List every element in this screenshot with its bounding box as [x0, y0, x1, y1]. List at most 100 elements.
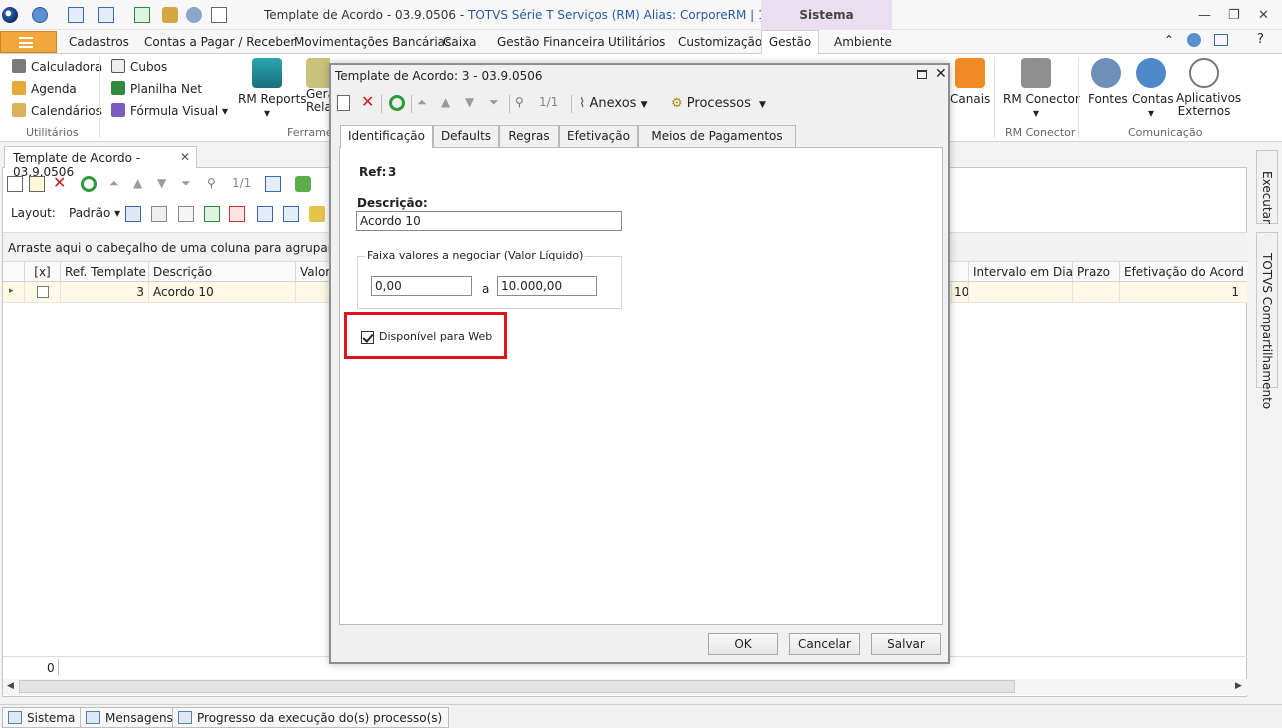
new-icon[interactable]: [337, 95, 350, 111]
layout-highlight-icon[interactable]: [309, 206, 325, 222]
layout-filter-icon[interactable]: [257, 206, 273, 222]
side-tab-compartilhamento[interactable]: TOTVS Compartilhamento: [1256, 232, 1278, 409]
tab-meios-pagamentos[interactable]: Meios de Pagamentos: [638, 125, 796, 147]
prev-record-icon[interactable]: ▲: [133, 176, 149, 192]
status-progresso-button[interactable]: Progresso da execução do(s) processo(s): [172, 707, 450, 728]
agenda-button[interactable]: Agenda: [12, 81, 77, 99]
dialog-close-icon[interactable]: ✕: [935, 66, 947, 82]
disponivel-web-checkbox[interactable]: [361, 331, 374, 344]
rm-reports-button[interactable]: RM Reports ▾: [238, 58, 307, 120]
search-icon[interactable]: ⚲: [207, 176, 223, 192]
tab-efetivacao[interactable]: Efetivação: [559, 125, 638, 147]
formula-visual-button[interactable]: Fórmula Visual ▾: [111, 103, 228, 121]
next-record-icon[interactable]: ▼: [157, 176, 173, 192]
anexos-menu[interactable]: ⌇ Anexos ▼: [579, 96, 647, 111]
tab-caixa[interactable]: Caixa: [443, 35, 477, 49]
column-header-prazo[interactable]: Prazo: [1072, 262, 1119, 282]
planilha-net-button[interactable]: Planilha Net: [111, 81, 202, 99]
calculadora-button[interactable]: Calculadora: [12, 59, 102, 77]
layout-icon[interactable]: [98, 7, 114, 23]
delete-icon[interactable]: ✕: [53, 175, 69, 192]
tools-icon[interactable]: [162, 7, 178, 23]
aplicativos-externos-button[interactable]: Aplicativos Externos: [1176, 58, 1241, 118]
status-mensagens-button[interactable]: Mensagens: [80, 707, 180, 728]
layout-columns-icon[interactable]: [178, 206, 194, 222]
disponivel-web-label[interactable]: Disponível para Web: [379, 330, 492, 343]
ok-button[interactable]: OK: [708, 633, 778, 655]
delete-icon[interactable]: ✕: [361, 94, 377, 111]
contas-button[interactable]: Contas ▾: [1132, 58, 1174, 120]
document-tab[interactable]: Template de Acordo - 03.9.0506 ✕: [4, 146, 197, 179]
cancel-button[interactable]: Cancelar: [789, 633, 860, 655]
minimize-button[interactable]: —: [1198, 8, 1211, 23]
side-tab-executar[interactable]: Executar: [1256, 150, 1278, 224]
horizontal-scrollbar[interactable]: ◀ ▶: [3, 679, 1247, 695]
help-globe-icon[interactable]: [1187, 33, 1201, 47]
refresh-icon[interactable]: [81, 176, 97, 192]
first-record-icon[interactable]: ⏶: [417, 95, 433, 111]
gera-relatorio-button[interactable]: Gera Rela: [306, 58, 330, 114]
status-sistema-button[interactable]: Sistema: [2, 707, 83, 728]
fontes-button[interactable]: Fontes: [1088, 58, 1128, 106]
column-header-efetivacao[interactable]: Efetivação do Acordo: [1119, 262, 1243, 282]
refresh-icon[interactable]: [389, 95, 405, 111]
scroll-left-icon[interactable]: ◀: [7, 681, 14, 691]
cell-intervalo[interactable]: [968, 282, 1072, 303]
layout-save-icon[interactable]: [125, 206, 141, 222]
column-header-ref-template[interactable]: Ref. Template: [60, 262, 148, 282]
tab-defaults[interactable]: Defaults: [433, 125, 499, 147]
layout-delete-icon[interactable]: [229, 206, 245, 222]
cubos-button[interactable]: Cubos: [111, 59, 167, 77]
run-icon[interactable]: [134, 7, 150, 23]
copy-icon[interactable]: [211, 7, 227, 23]
last-record-icon[interactable]: ⏷: [489, 95, 505, 111]
close-tab-icon[interactable]: ✕: [180, 150, 190, 164]
globe-menu-icon[interactable]: [32, 7, 48, 23]
last-record-icon[interactable]: ⏷: [181, 176, 197, 192]
tab-utilitarios[interactable]: Utilitários: [608, 35, 665, 49]
faixa-max-input[interactable]: 10.000,00: [497, 276, 597, 296]
restore-button[interactable]: ❐: [1228, 8, 1240, 23]
scroll-right-icon[interactable]: ▶: [1235, 681, 1242, 691]
search-icon[interactable]: ⚲: [515, 95, 531, 111]
next-record-icon[interactable]: ▼: [465, 95, 481, 111]
cell-efetivacao[interactable]: 1: [1119, 282, 1243, 303]
column-header-intervalo[interactable]: Intervalo em Dias: [968, 262, 1072, 282]
tab-gestao-financeira[interactable]: Gestão Financeira: [497, 35, 605, 49]
cell-descricao[interactable]: Acordo 10: [148, 282, 295, 303]
tab-regras[interactable]: Regras: [499, 125, 559, 147]
column-header-select[interactable]: [x]: [24, 262, 60, 282]
network-icon[interactable]: [186, 7, 202, 23]
tab-contas-pagar-receber[interactable]: Contas a Pagar / Receber: [144, 35, 295, 49]
rm-conector-button[interactable]: RM Conector ▾: [1003, 58, 1080, 120]
tab-gestao[interactable]: Gestão: [761, 30, 819, 55]
first-record-icon[interactable]: ⏶: [109, 176, 125, 192]
tab-identificacao[interactable]: Identificação: [340, 125, 433, 148]
app-logo-icon[interactable]: [2, 7, 18, 23]
layout-sort-icon[interactable]: [283, 206, 299, 222]
export-icon[interactable]: [295, 176, 311, 192]
save-button[interactable]: Salvar: [871, 633, 941, 655]
tab-ambiente[interactable]: Ambiente: [834, 35, 892, 49]
grid-view-icon[interactable]: [265, 176, 281, 192]
canais-button[interactable]: Canais: [950, 58, 990, 106]
layout-select[interactable]: Padrão ▾: [69, 206, 120, 220]
column-header-descricao[interactable]: Descrição: [148, 262, 295, 282]
window-icon[interactable]: [68, 7, 84, 23]
edit-icon[interactable]: [29, 176, 45, 192]
layout-copy-icon[interactable]: [151, 206, 167, 222]
close-button[interactable]: ✕: [1258, 8, 1269, 23]
tab-cadastros[interactable]: Cadastros: [69, 35, 129, 49]
cell-valor-partial[interactable]: 10: [951, 282, 968, 303]
prev-record-icon[interactable]: ▲: [441, 95, 457, 111]
new-icon[interactable]: [7, 176, 23, 192]
row-checkbox[interactable]: [36, 286, 49, 298]
calendarios-button[interactable]: Calendários: [12, 103, 102, 121]
descricao-input[interactable]: Acordo 10: [356, 211, 622, 231]
collapse-ribbon-icon[interactable]: ⌃: [1164, 33, 1174, 47]
panel-toggle-icon[interactable]: [1214, 34, 1228, 46]
cell-ref-template[interactable]: 3: [60, 282, 148, 303]
scrollbar-thumb[interactable]: [19, 680, 1015, 693]
processos-menu[interactable]: ⚙ Processos ▼: [671, 96, 766, 111]
tab-movimentacoes-bancarias[interactable]: Movimentações Bancárias: [294, 35, 451, 49]
